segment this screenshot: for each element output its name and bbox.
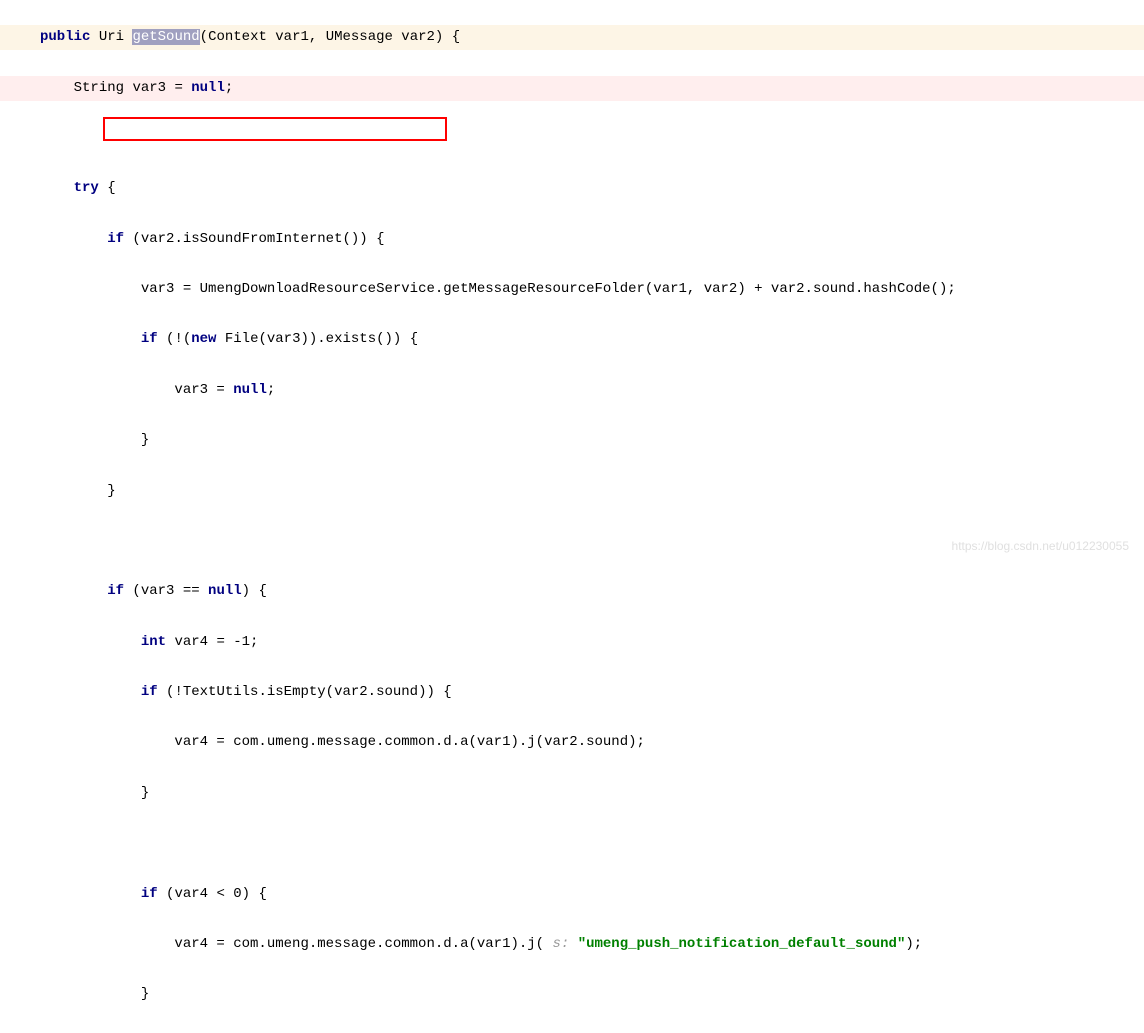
condition: (!TextUtils.isEmpty(var2.sound)) { xyxy=(158,684,452,700)
code-line[interactable]: if (!TextUtils.isEmpty(var2.sound)) { xyxy=(0,680,1144,705)
keyword-if: if xyxy=(107,583,124,599)
keyword-new: new xyxy=(191,331,216,347)
keyword-public: public xyxy=(40,29,90,45)
var-decl: var3 = xyxy=(132,80,191,96)
keyword-if: if xyxy=(107,231,124,247)
code-line[interactable]: var4 = com.umeng.message.common.d.a(var1… xyxy=(0,730,1144,755)
statement: var3 = UmengDownloadResourceService.getM… xyxy=(141,281,956,297)
code-editor[interactable]: public Uri getSound(Context var1, UMessa… xyxy=(0,0,1144,1033)
statement: var4 = -1; xyxy=(166,634,258,650)
brace: } xyxy=(141,785,149,801)
parameter-hint: s: xyxy=(544,936,578,952)
keyword-null: null xyxy=(233,382,267,398)
code-line[interactable]: if (var2.isSoundFromInternet()) { xyxy=(0,227,1144,252)
semicolon: ; xyxy=(225,80,233,96)
code-line[interactable]: String var3 = null; xyxy=(0,76,1144,101)
code-line[interactable]: if (!(new File(var3)).exists()) { xyxy=(0,327,1144,352)
keyword-try: try xyxy=(74,180,99,196)
semicolon: ; xyxy=(267,382,275,398)
brace: } xyxy=(107,483,115,499)
statement-post: ); xyxy=(905,936,922,952)
keyword-if: if xyxy=(141,331,158,347)
method-name-highlighted[interactable]: getSound xyxy=(132,29,199,45)
code-line-empty[interactable] xyxy=(0,831,1144,856)
code-line[interactable]: public Uri getSound(Context var1, UMessa… xyxy=(0,25,1144,50)
code-line[interactable]: if (var4 < 0) { xyxy=(0,882,1144,907)
code-line[interactable]: } xyxy=(0,781,1144,806)
statement: var4 = com.umeng.message.common.d.a(var1… xyxy=(174,734,644,750)
code-line[interactable]: int var4 = -1; xyxy=(0,630,1144,655)
string-literal: "umeng_push_notification_default_sound" xyxy=(578,936,906,952)
type-uri: Uri xyxy=(99,29,124,45)
keyword-if: if xyxy=(141,684,158,700)
keyword-null: null xyxy=(191,80,225,96)
code-line[interactable]: var4 = com.umeng.message.common.d.a(var1… xyxy=(0,932,1144,957)
text: File(var3)).exists()) { xyxy=(216,331,418,347)
text: ) { xyxy=(242,583,267,599)
code-line[interactable]: if (var3 == null) { xyxy=(0,579,1144,604)
brace: } xyxy=(141,432,149,448)
brace: { xyxy=(99,180,116,196)
code-line[interactable]: try { xyxy=(0,176,1144,201)
condition: (var4 < 0) { xyxy=(158,886,267,902)
keyword-null: null xyxy=(208,583,242,599)
code-line[interactable]: } xyxy=(0,982,1144,1007)
statement: var3 = xyxy=(174,382,233,398)
condition: (var3 == xyxy=(124,583,208,599)
code-line-empty[interactable] xyxy=(0,126,1144,151)
statement-pre: var4 = com.umeng.message.common.d.a(var1… xyxy=(174,936,544,952)
text: (!( xyxy=(158,331,192,347)
condition: (var2.isSoundFromInternet()) { xyxy=(124,231,384,247)
brace: } xyxy=(141,986,149,1002)
watermark-text: https://blog.csdn.net/u012230055 xyxy=(952,536,1129,558)
keyword-int: int xyxy=(141,634,166,650)
code-line[interactable]: var3 = UmengDownloadResourceService.getM… xyxy=(0,277,1144,302)
method-params: (Context var1, UMessage var2) { xyxy=(200,29,460,45)
code-line[interactable]: } xyxy=(0,428,1144,453)
code-line[interactable]: } xyxy=(0,479,1144,504)
type-string: String xyxy=(74,80,124,96)
keyword-if: if xyxy=(141,886,158,902)
code-line[interactable]: var3 = null; xyxy=(0,378,1144,403)
